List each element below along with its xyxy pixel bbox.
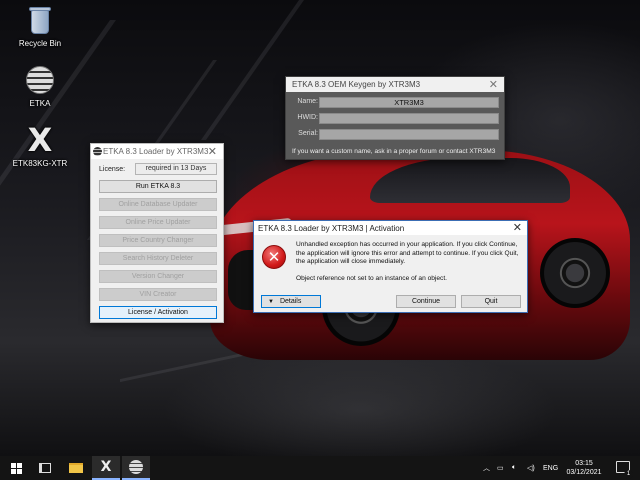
taskbar-keygen[interactable]: X — [92, 456, 120, 480]
continue-button[interactable]: Continue — [396, 295, 456, 308]
error-message: Unhandled exception has occurred in your… — [296, 241, 519, 265]
license-label: License: — [99, 166, 126, 173]
price-country-changer-button[interactable]: Price Country Changer — [99, 234, 217, 247]
error-icon: ✕ — [262, 245, 286, 269]
desktop-icon-keygen[interactable]: X ETK83KG-XTR — [8, 124, 72, 168]
network-icon[interactable]: ▭ — [497, 456, 504, 480]
tray-chevron-up-icon[interactable]: ︿ — [483, 456, 490, 480]
taskbar-etka-loader[interactable] — [122, 456, 150, 480]
loader-titlebar[interactable]: ETKA 8.3 Loader by XTR3M3 ✕ — [91, 144, 223, 159]
online-database-updater-button[interactable]: Online Database Updater — [99, 198, 217, 211]
desktop-icon-recycle-bin[interactable]: Recycle Bin — [8, 4, 72, 48]
taskbar-file-explorer[interactable] — [62, 456, 90, 480]
close-icon[interactable]: ✕ — [489, 78, 498, 91]
folder-icon — [69, 463, 83, 473]
x-keygen-icon: X — [100, 459, 112, 475]
close-icon[interactable]: ✕ — [208, 145, 217, 158]
notification-count-badge: 1 — [624, 470, 633, 479]
loader-window: ETKA 8.3 Loader by XTR3M3 ✕ License: req… — [90, 143, 224, 323]
etka-app-icon — [129, 460, 143, 474]
dialog-footer: ▼ Details Continue Quit — [254, 294, 527, 312]
error-dialog: ETKA 8.3 Loader by XTR3M3 | Activation ✕… — [253, 220, 528, 313]
desktop-icon-label: Recycle Bin — [18, 39, 62, 48]
keygen-note: If you want a custom name, ask in a prop… — [292, 148, 496, 155]
clock[interactable]: 03:15 03/12/2021 — [556, 459, 612, 477]
search-history-deleter-button[interactable]: Search History Deleter — [99, 252, 217, 265]
start-button[interactable] — [2, 456, 30, 480]
keygen-name-row: Name: XTR3M3 — [286, 97, 506, 109]
keygen-hwid-field[interactable] — [319, 113, 499, 124]
desktop-icon-label: ETK83KG-XTR — [12, 159, 68, 168]
keygen-serial-row: Serial: — [286, 129, 506, 141]
task-view-button[interactable] — [31, 456, 59, 480]
keygen-hwid-row: HWID: — [286, 113, 506, 125]
online-price-updater-button[interactable]: Online Price Updater — [99, 216, 217, 229]
keygen-titlebar[interactable]: ETKA 8.3 OEM Keygen by XTR3M3 ✕ — [286, 77, 504, 92]
desktop-icon-etka[interactable]: ETKA — [8, 64, 72, 108]
keygen-window: ETKA 8.3 OEM Keygen by XTR3M3 ✕ Name: XT… — [285, 76, 505, 160]
error-detail: Object reference not set to an instance … — [296, 275, 448, 282]
keygen-title: ETKA 8.3 OEM Keygen by XTR3M3 — [292, 80, 421, 89]
desktop-icon-label: ETKA — [29, 99, 51, 108]
keygen-serial-field[interactable] — [319, 129, 499, 140]
license-status-field: required in 13 Days — [135, 163, 217, 175]
clock-date: 03/12/2021 — [566, 469, 602, 476]
keygen-name-field[interactable]: XTR3M3 — [319, 97, 499, 108]
run-etka-button[interactable]: Run ETKA 8.3 — [99, 180, 217, 193]
close-icon[interactable]: ✕ — [513, 221, 522, 234]
clock-time: 03:15 — [575, 460, 593, 467]
keygen-serial-label: Serial: — [298, 130, 318, 137]
details-label: Details — [279, 298, 302, 305]
etka-app-icon — [24, 64, 56, 96]
volume-icon[interactable]: 🔈︎ — [512, 456, 516, 480]
chevron-down-icon: ▼ — [268, 299, 274, 305]
version-changer-button[interactable]: Version Changer — [99, 270, 217, 283]
quit-button[interactable]: Quit — [461, 295, 521, 308]
keygen-name-label: Name: — [297, 98, 318, 105]
license-activation-button[interactable]: License / Activation — [99, 306, 217, 319]
details-button[interactable]: ▼ Details — [261, 295, 321, 308]
speaker-icon[interactable]: ◁) — [527, 456, 535, 480]
task-view-icon — [39, 463, 51, 473]
vin-creator-button[interactable]: VIN Creator — [99, 288, 217, 301]
recycle-bin-icon — [24, 4, 56, 36]
dialog-title: ETKA 8.3 Loader by XTR3M3 | Activation — [258, 223, 405, 233]
taskbar: X ︿ ▭ 🔈︎ ◁) ENG 03:15 03/12/2021 1 — [0, 456, 640, 480]
x-keygen-icon: X — [27, 121, 53, 159]
loader-title: ETKA 8.3 Loader by XTR3M3 — [103, 147, 209, 156]
etka-app-icon — [93, 147, 102, 156]
car-rear-wheel — [540, 238, 610, 308]
keygen-hwid-label: HWID: — [297, 114, 318, 121]
windows-logo-icon — [10, 462, 22, 474]
dialog-titlebar[interactable]: ETKA 8.3 Loader by XTR3M3 | Activation ✕ — [254, 221, 527, 235]
